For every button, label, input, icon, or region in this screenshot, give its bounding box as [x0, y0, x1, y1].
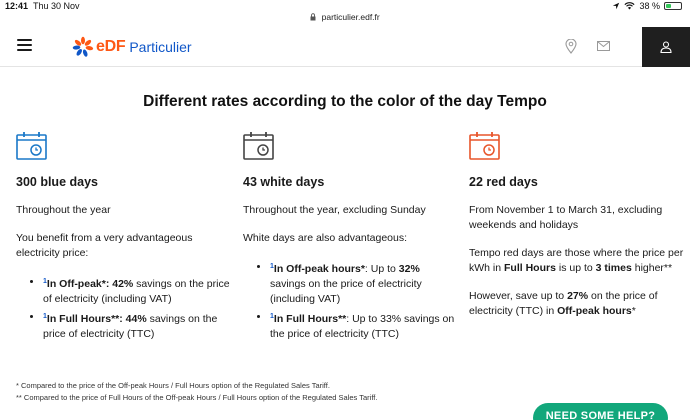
footnote: * Compared to the price of the Off-peak … — [16, 381, 330, 390]
mail-icon[interactable] — [597, 41, 610, 51]
edf-logo[interactable]: eDF Particulier — [72, 36, 192, 58]
footnote: ** Compared to the price of Full Hours o… — [16, 393, 378, 402]
list-item: 1In Off-peak*: 42% savings on the price … — [30, 274, 231, 307]
calendar-clock-icon — [243, 131, 458, 161]
location-arrow-icon — [613, 2, 620, 10]
column-text: You benefit from a very advantageous ele… — [16, 232, 193, 259]
column-heading: 22 red days — [469, 175, 538, 189]
blue-days-column: 300 blue days Throughout the year You be… — [16, 131, 231, 344]
list-item: 1In Full Hours**: 44% savings on the pri… — [30, 309, 231, 342]
status-right: 38 % — [612, 1, 682, 11]
red-days-column: 22 red days From November 1 to March 31,… — [469, 131, 684, 332]
calendar-clock-icon — [469, 131, 684, 161]
lock-icon — [310, 13, 316, 21]
column-intro: From November 1 to March 31, excluding w… — [469, 204, 663, 231]
logo-brand: eDF — [96, 38, 126, 55]
account-button[interactable] — [642, 27, 690, 67]
savings-list: 1In Off-peak hours*: Up to 32% savings o… — [257, 259, 458, 342]
need-help-button[interactable]: NEED SOME HELP? — [533, 403, 668, 420]
url-bar[interactable]: particulier.edf.fr — [0, 12, 690, 26]
white-days-column: 43 white days Throughout the year, exclu… — [243, 131, 458, 344]
menu-icon[interactable] — [17, 39, 32, 51]
wifi-icon — [624, 2, 636, 10]
site-header: eDF Particulier — [0, 27, 690, 67]
user-icon — [660, 41, 672, 53]
column-intro: Throughout the year — [16, 204, 111, 216]
edf-sun-icon — [72, 36, 94, 57]
page-title: Different rates according to the color o… — [143, 93, 547, 110]
url-text: particulier.edf.fr — [321, 12, 380, 22]
status-bar: 12:41 Thu 30 Nov 38 % — [0, 0, 690, 12]
location-pin-icon[interactable] — [565, 39, 577, 54]
savings-list: 1In Off-peak*: 42% savings on the price … — [30, 274, 231, 342]
list-item: 1In Full Hours**: Up to 33% savings on t… — [257, 309, 458, 342]
battery-icon — [664, 2, 682, 10]
logo-text: Particulier — [129, 39, 192, 55]
status-date: Thu 30 Nov — [33, 1, 80, 11]
calendar-clock-icon — [16, 131, 231, 161]
column-text: Tempo red days are those where the price… — [469, 247, 684, 274]
list-item: 1In Off-peak hours*: Up to 32% savings o… — [257, 259, 458, 307]
column-text: White days are also advantageous: — [243, 232, 408, 244]
footnotes: * Compared to the price of the Off-peak … — [16, 380, 377, 404]
status-time: 12:41 — [5, 1, 29, 11]
column-heading: 300 blue days — [16, 175, 98, 189]
column-heading: 43 white days — [243, 175, 325, 189]
column-text: However, save up to 27% on the price of … — [469, 290, 658, 317]
column-intro: Throughout the year, excluding Sunday — [243, 204, 426, 216]
battery-percent: 38 % — [639, 1, 660, 11]
